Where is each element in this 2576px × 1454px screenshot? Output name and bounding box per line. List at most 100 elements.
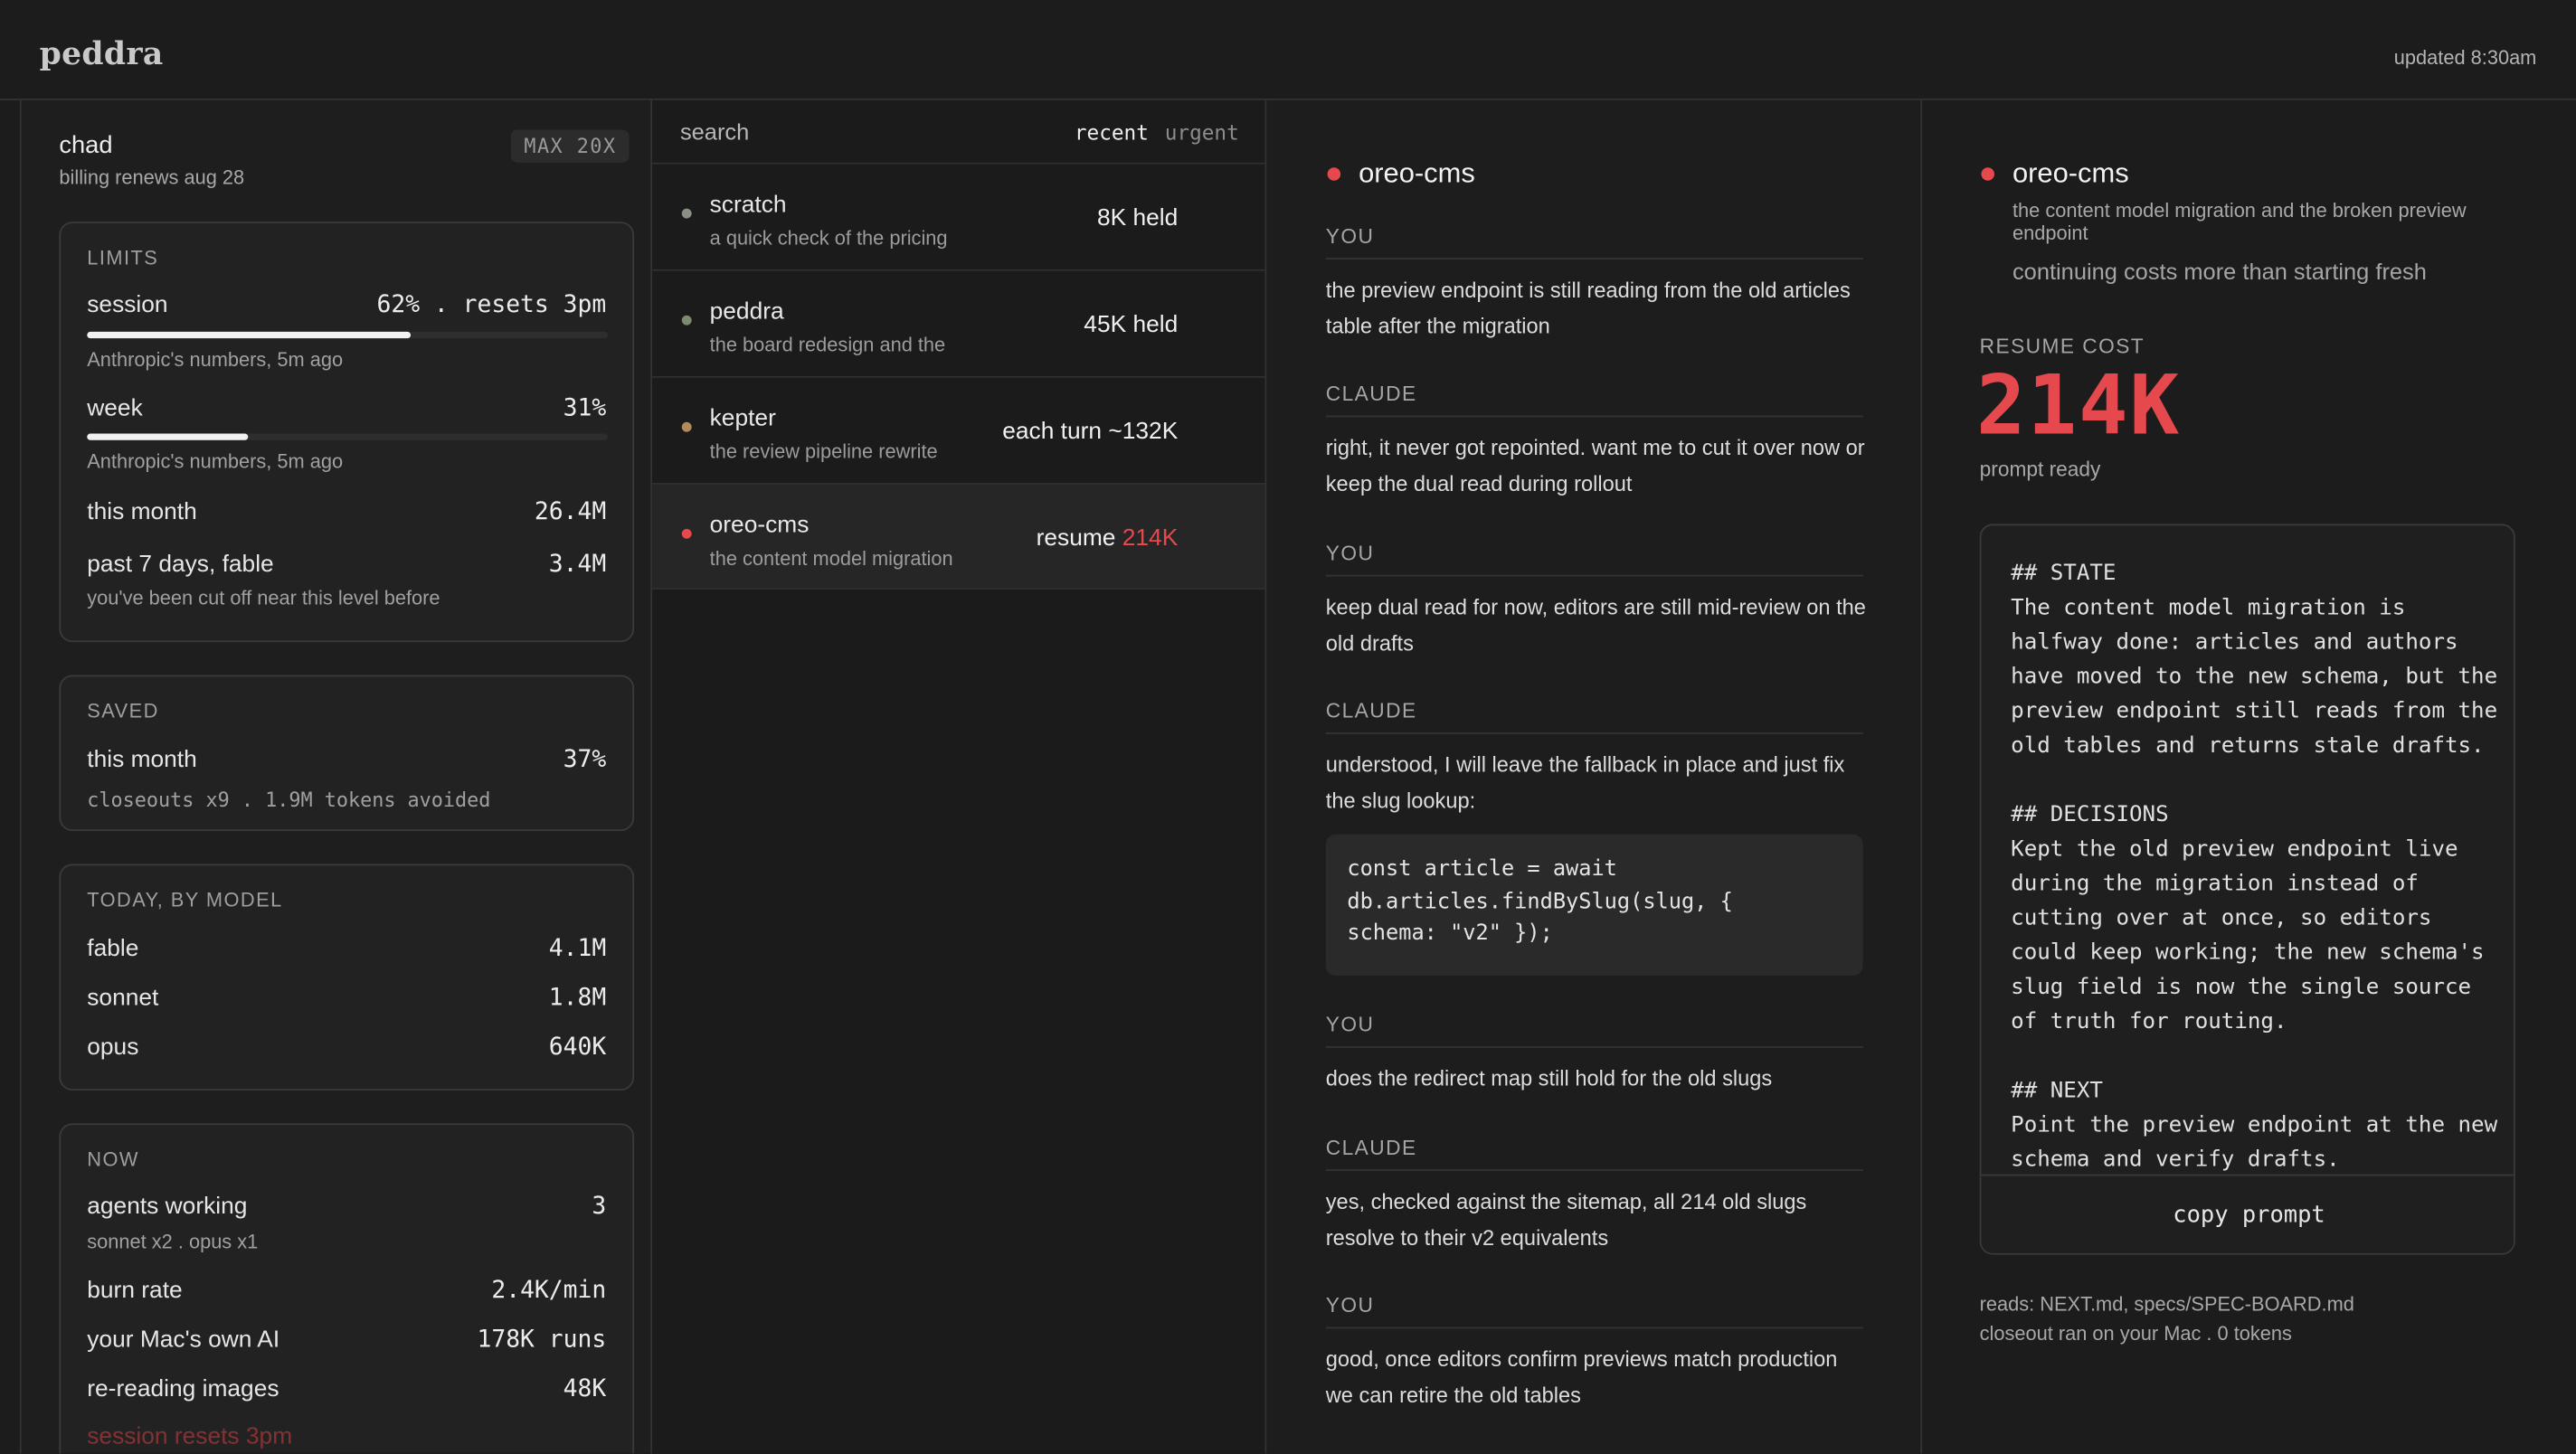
images-label: re-reading images (87, 1376, 279, 1403)
panel-note: continuing costs more than starting fres… (2012, 258, 2427, 285)
resume-label: resume (1036, 525, 1122, 552)
app-root: peddra updated 8:30am chad billing renew… (0, 0, 2576, 1454)
copy-prompt-button[interactable]: copy prompt (1981, 1174, 2514, 1253)
message-text: the preview endpoint is still reading fr… (1325, 277, 1851, 338)
tab-urgent[interactable]: urgent (1165, 120, 1239, 145)
mac-label: your Mac's own AI (87, 1327, 280, 1354)
session-desc: the board redesign and the (709, 333, 946, 357)
status-dot-icon (681, 421, 692, 432)
model-label: opus (87, 1034, 139, 1062)
updated-timestamp: updated 8:30am (2393, 45, 2537, 70)
session-item-peddra[interactable]: peddra the board redesign and the 45K he… (652, 269, 1265, 376)
prompt-ready-status: prompt ready (1979, 458, 2101, 482)
panel-title: oreo-cms (2012, 157, 2129, 189)
message-text: understood, I will leave the fallback in… (1325, 751, 1845, 813)
message-author: CLAUDE (1325, 1137, 1863, 1172)
session-item-scratch[interactable]: scratch a quick check of the pricing 8K … (652, 162, 1265, 269)
models-heading: TODAY, BY MODEL (87, 888, 283, 912)
now-card: NOW agents working 3 sonnet x2 . opus x1… (59, 1123, 635, 1454)
app-logo: peddra (39, 35, 164, 72)
week-label: week (87, 395, 143, 422)
status-dot-icon (681, 528, 692, 539)
session-label: session (87, 292, 168, 319)
saved-heading: SAVED (87, 699, 159, 723)
panel-description: the content model migration and the brok… (2012, 198, 2467, 244)
message-author: YOU (1325, 1294, 1863, 1329)
session-value: 62% . resets 3pm (376, 292, 607, 319)
message-author: YOU (1325, 1014, 1863, 1048)
session-name: oreo-cms (709, 512, 810, 539)
now-heading: NOW (87, 1147, 139, 1172)
message-text: right, it never got repointed. want me t… (1325, 435, 1865, 496)
message-text: yes, checked against the sitemap, all 21… (1325, 1189, 1807, 1250)
session-item-oreo-cms[interactable]: oreo-cms the content model migration res… (652, 482, 1265, 590)
saved-card: SAVED this month 37% closeouts x9 . 1.9M… (59, 675, 635, 832)
month-value: 26.4M (534, 499, 607, 526)
resume-cost-value: 214K (1976, 357, 2181, 454)
message-author: YOU (1325, 225, 1863, 260)
model-value: 640K (548, 1034, 607, 1062)
resume-cost: 214K (1122, 525, 1179, 552)
search-input[interactable]: search (680, 118, 749, 145)
images-value: 48K (563, 1376, 607, 1403)
agents-label: agents working (87, 1194, 248, 1221)
chat-transcript: oreo-cms YOU the preview endpoint is sti… (1266, 99, 1923, 1454)
week-progress-bar (87, 433, 609, 440)
session-note: Anthropic's numbers, 5m ago (87, 348, 344, 372)
usage-sidebar: chad billing renews aug 28 MAX 20X LIMIT… (19, 99, 653, 1454)
month-label: this month (87, 499, 197, 526)
limits-card: LIMITS session 62% . resets 3pm Anthropi… (59, 222, 635, 643)
prompt-box: ## STATE The content model migration is … (1979, 524, 2515, 1255)
billing-renewal: billing renews aug 28 (59, 165, 245, 189)
past7-label: past 7 days, fable (87, 552, 274, 579)
agents-value: 3 (592, 1194, 607, 1221)
past7-note: you've been cut off near this level befo… (87, 586, 440, 609)
closeout-info: reads: NEXT.md, specs/SPEC-BOARD.md clos… (1980, 1289, 2354, 1348)
top-bar: peddra updated 8:30am (0, 0, 2576, 100)
resume-cost-label: RESUME COST (1979, 335, 2145, 358)
agents-note: sonnet x2 . opus x1 (87, 1230, 259, 1253)
message-text: good, once editors confirm previews matc… (1325, 1346, 1838, 1407)
models-card: TODAY, BY MODEL fable 4.1M sonnet 1.8M o… (59, 864, 635, 1091)
week-note: Anthropic's numbers, 5m ago (87, 449, 344, 474)
model-label: fable (87, 936, 139, 963)
model-label: sonnet (87, 985, 159, 1012)
session-value: 45K held (1084, 312, 1179, 339)
past7-value: 3.4M (548, 552, 607, 579)
resume-panel: oreo-cms the content model migration and… (1922, 99, 2576, 1454)
week-value: 31% (563, 395, 607, 422)
session-desc: a quick check of the pricing (709, 226, 948, 250)
session-progress-fill (87, 331, 411, 339)
session-item-kepter[interactable]: kepter the review pipeline rewrite each … (652, 375, 1265, 483)
burn-label: burn rate (87, 1278, 183, 1305)
message-author: CLAUDE (1325, 382, 1863, 418)
tab-recent[interactable]: recent (1075, 120, 1149, 145)
session-resets-note: session resets 3pm (87, 1423, 293, 1450)
session-desc: the content model migration (709, 546, 953, 571)
limits-heading: LIMITS (87, 246, 159, 269)
closeout-status: closeout ran on your Mac . 0 tokens (1979, 1322, 2292, 1345)
prompt-text[interactable]: ## STATE The content model migration is … (2011, 557, 2504, 1173)
session-progress-bar (87, 331, 609, 339)
message-author: YOU (1325, 542, 1863, 577)
session-list: search recent urgent scratch a quick che… (652, 99, 1267, 1454)
model-value: 1.8M (548, 985, 607, 1012)
status-dot-icon (681, 208, 692, 219)
week-progress-fill (87, 433, 249, 440)
session-value: resume 214K (1037, 525, 1179, 552)
saved-value: 37% (563, 747, 607, 774)
saved-note: closeouts x9 . 1.9M tokens avoided (87, 788, 491, 812)
saved-label: this month (87, 747, 197, 774)
chat-title: oreo-cms (1359, 157, 1475, 189)
mac-value: 178K runs (477, 1327, 607, 1354)
account-name: chad (59, 131, 113, 160)
status-dot-icon (681, 315, 692, 326)
session-value: each turn ~132K (1002, 419, 1179, 446)
message-text: keep dual read for now, editors are stil… (1325, 594, 1866, 655)
message-author: CLAUDE (1325, 700, 1863, 734)
burn-value: 2.4K/min (491, 1278, 607, 1305)
status-dot-icon (1327, 167, 1341, 181)
session-name: peddra (709, 298, 784, 326)
status-dot-icon (1981, 167, 1994, 181)
reads-files: reads: NEXT.md, specs/SPEC-BOARD.md (1979, 1292, 2354, 1316)
